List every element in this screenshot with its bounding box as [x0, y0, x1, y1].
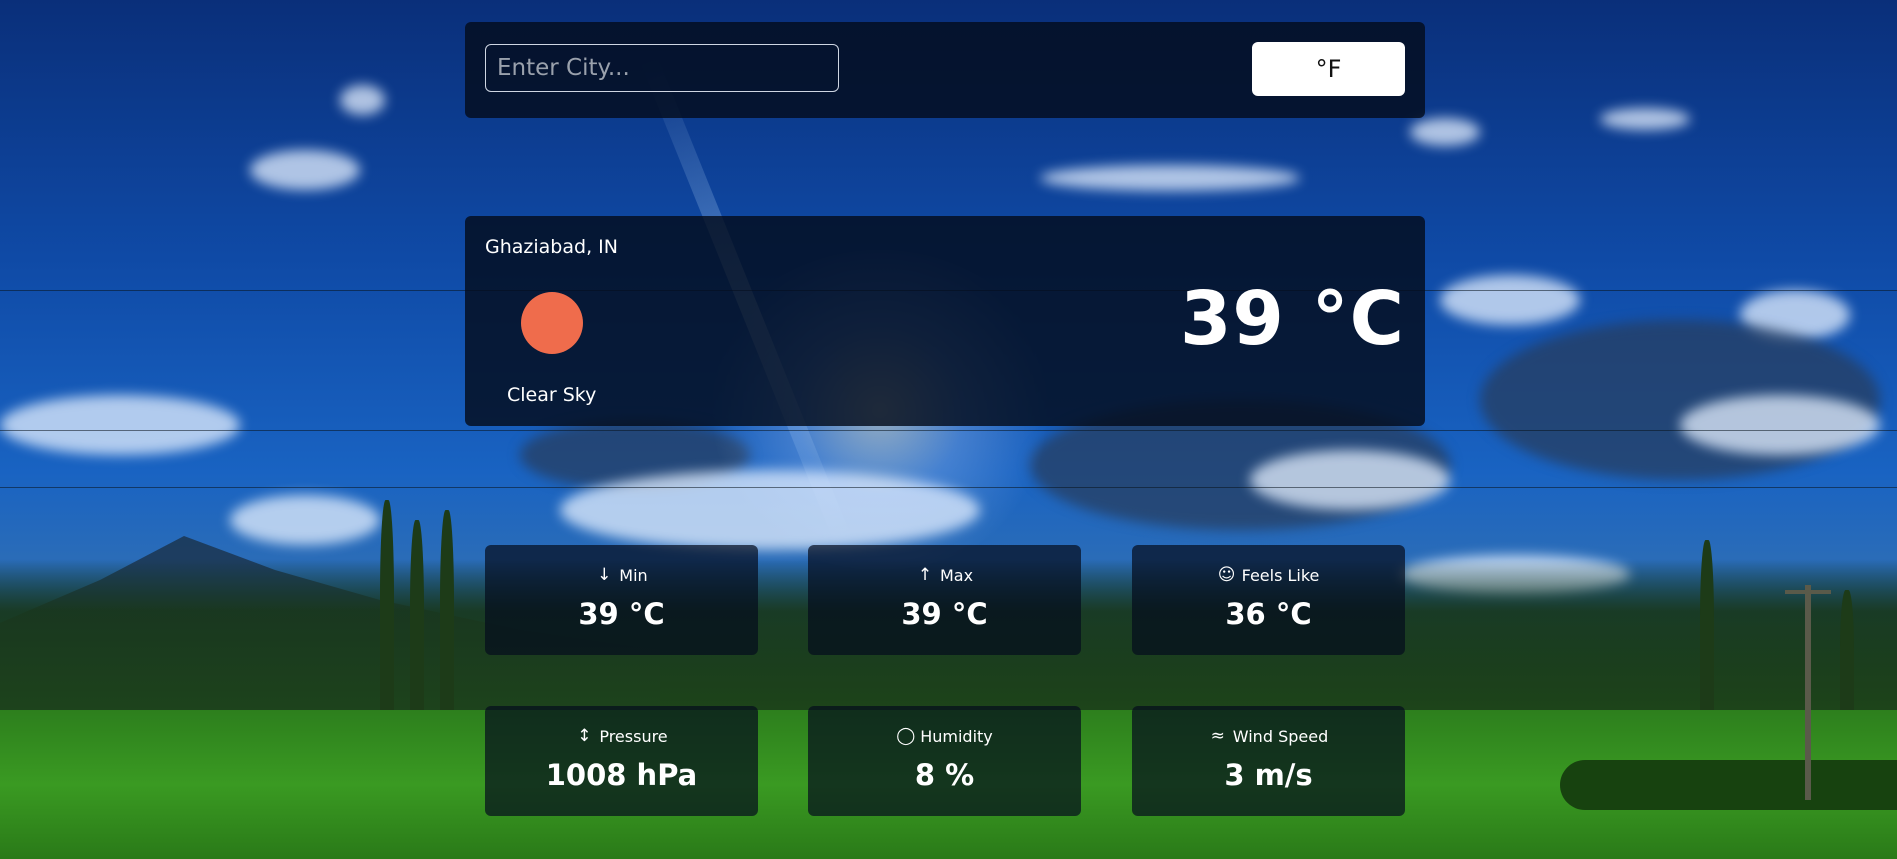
cloud — [250, 150, 360, 190]
field-patch — [1560, 760, 1897, 810]
cloud — [1410, 118, 1480, 146]
utility-pole — [1805, 585, 1811, 800]
city-search-input[interactable] — [485, 44, 839, 92]
search-bar: °F — [465, 22, 1425, 118]
weather-condition: Clear Sky — [507, 384, 597, 406]
stat-card-feels-like: ☺ Feels Like 36 °C — [1132, 545, 1405, 655]
stat-card-humidity: ◯ Humidity 8 % — [808, 706, 1081, 816]
stat-value: 39 °C — [578, 597, 665, 631]
cloud — [340, 85, 385, 115]
stat-label: Min — [619, 565, 648, 585]
location-label: Ghaziabad, IN — [485, 236, 618, 258]
current-weather-card: Ghaziabad, IN Clear Sky 39 °C — [465, 216, 1425, 426]
tree — [410, 520, 424, 740]
stat-value: 1008 hPa — [545, 758, 698, 792]
stat-value: 39 °C — [901, 597, 988, 631]
tree — [380, 500, 394, 740]
stat-value: 8 % — [914, 758, 975, 792]
arrow-up-icon: ↑ — [917, 565, 933, 585]
stat-card-max: ↑ Max 39 °C — [808, 545, 1081, 655]
cloud — [1040, 165, 1300, 191]
stat-value: 36 °C — [1225, 597, 1312, 631]
power-line — [0, 487, 1897, 488]
power-line — [0, 430, 1897, 431]
cloud — [1440, 275, 1580, 325]
stat-label: Pressure — [599, 726, 668, 746]
droplet-icon: ◯ — [896, 726, 916, 746]
cloud — [1600, 108, 1690, 130]
clear-sky-sun-icon — [521, 292, 583, 354]
stat-label: Wind Speed — [1232, 726, 1329, 746]
cloud — [0, 395, 240, 455]
pressure-icon: ↕ — [577, 726, 592, 746]
current-temperature: 39 °C — [1179, 276, 1405, 362]
tree — [440, 510, 454, 740]
smiley-icon: ☺ — [1217, 565, 1236, 585]
stat-value: 3 m/s — [1224, 758, 1313, 792]
wind-icon: ≈ — [1210, 726, 1225, 746]
stat-card-pressure: ↕ Pressure 1008 hPa — [485, 706, 758, 816]
stat-label: Humidity — [920, 726, 993, 746]
arrow-down-icon: ↓ — [597, 565, 612, 585]
cloud — [230, 495, 380, 545]
cloud — [1250, 450, 1450, 510]
stat-label: Feels Like — [1241, 565, 1320, 585]
stat-card-min: ↓ Min 39 °C — [485, 545, 758, 655]
utility-pole-bar — [1785, 590, 1831, 594]
cloud — [1680, 395, 1880, 455]
stat-label: Max — [939, 565, 974, 585]
unit-toggle-button[interactable]: °F — [1252, 42, 1405, 96]
stat-card-wind-speed: ≈ Wind Speed 3 m/s — [1132, 706, 1405, 816]
